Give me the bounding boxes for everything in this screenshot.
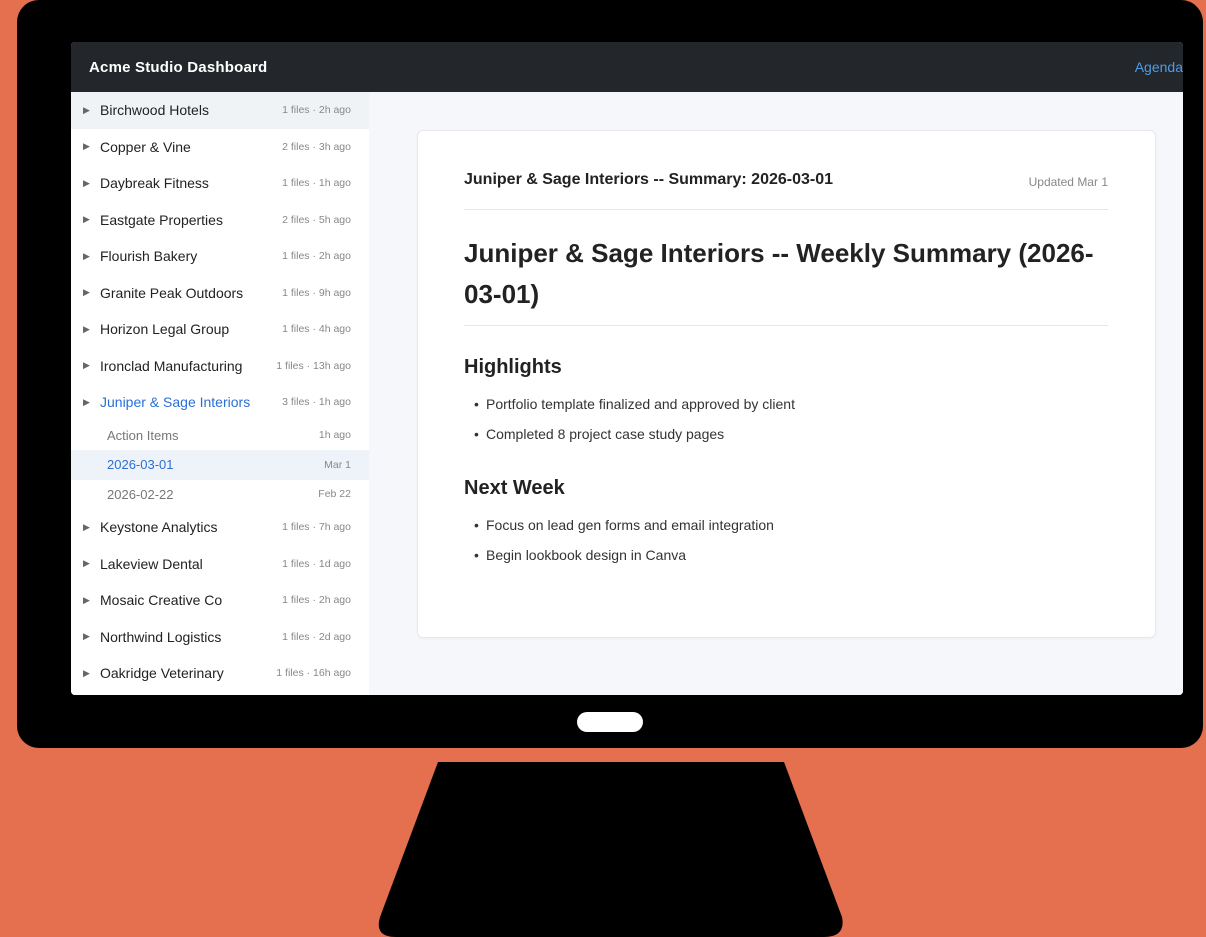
- sidebar-client-item[interactable]: ▶ Birchwood Hotels 1 files · 2h ago: [71, 92, 369, 129]
- file-name: 2026-02-22: [107, 486, 174, 502]
- list-item: • Begin lookbook design in Canva: [474, 547, 687, 563]
- sidebar-client-item[interactable]: ▶ Mosaic Creative Co 1 files · 2h ago: [71, 582, 369, 619]
- sidebar-file-item[interactable]: 2026-02-22 Feb 22: [71, 480, 369, 510]
- caret-right-icon: ▶: [83, 287, 90, 298]
- sidebar-client-item[interactable]: ▶ Keystone Analytics 1 files · 7h ago: [71, 509, 369, 546]
- client-meta: 3 files · 1h ago: [282, 396, 351, 409]
- list-item: • Portfolio template finalized and approv…: [474, 396, 795, 412]
- client-name: Lakeview Dental: [100, 555, 203, 572]
- client-meta: 1 files · 9h ago: [282, 286, 351, 299]
- caret-right-icon: ▶: [83, 250, 90, 261]
- client-meta: 2 files · 5h ago: [282, 213, 351, 226]
- caret-right-icon: ▶: [83, 141, 90, 152]
- client-name: Birchwood Hotels: [100, 102, 209, 119]
- client-name: Flourish Bakery: [100, 248, 198, 265]
- document-body: Juniper & Sage Interiors -- Weekly Summa…: [464, 233, 1108, 570]
- sidebar-client-item[interactable]: ▶ Northwind Logistics 1 files · 2d ago: [71, 619, 369, 656]
- caret-right-icon: ▶: [83, 396, 90, 407]
- card-title: Juniper & Sage Interiors -- Summary: 202…: [464, 171, 834, 188]
- list-item: • Completed 8 project case study pages: [474, 426, 725, 442]
- sidebar-client-item[interactable]: ▶ Daybreak Fitness 1 files · 1h ago: [71, 165, 369, 202]
- caret-right-icon: ▶: [83, 521, 90, 532]
- client-meta: 1 files · 1h ago: [282, 177, 351, 190]
- client-list: ▶ Birchwood Hotels 1 files · 2h ago ▶ Copper…: [71, 92, 369, 692]
- client-meta: 1 files · 4h ago: [282, 323, 351, 336]
- client-meta: 1 files · 13h ago: [276, 359, 351, 372]
- updated-label: Updated Mar 1: [1028, 175, 1108, 189]
- monitor-stand: [378, 762, 843, 937]
- client-meta: 1 files · 2h ago: [282, 594, 351, 607]
- next-week-list: • Focus on lead gen forms and email integ…: [464, 510, 1108, 570]
- sidebar-client-item[interactable]: ▶ Ironclad Manufacturing 1 files · 13h ago: [71, 348, 369, 385]
- caret-right-icon: ▶: [83, 104, 90, 115]
- sidebar-file-item[interactable]: Action Items 1h ago: [71, 421, 369, 451]
- client-meta: 1 files · 2h ago: [282, 250, 351, 263]
- card-header: Juniper & Sage Interiors -- Summary: 202…: [464, 157, 1108, 210]
- list-item: • Focus on lead gen forms and email integ…: [474, 517, 774, 533]
- sidebar-file-item[interactable]: 2026-03-01 Mar 1: [71, 450, 369, 480]
- file-meta: 1h ago: [318, 429, 351, 442]
- caret-right-icon: ▶: [83, 360, 90, 371]
- section-heading-highlights: Highlights: [464, 356, 562, 378]
- sidebar: ▶ Birchwood Hotels 1 files · 2h ago ▶ Copper…: [71, 92, 370, 695]
- sidebar-client-item[interactable]: ▶ Granite Peak Outdoors 1 files · 9h ago: [71, 275, 369, 312]
- client-name: Oakridge Veterinary: [100, 665, 224, 682]
- caret-right-icon: ▶: [83, 594, 90, 605]
- sidebar-client-item[interactable]: ▶ Lakeview Dental 1 files · 1d ago: [71, 546, 369, 583]
- caret-right-icon: ▶: [83, 323, 90, 334]
- client-meta: 1 files · 16h ago: [276, 667, 351, 680]
- client-meta: 2 files · 3h ago: [282, 140, 351, 153]
- monitor-power-indicator: [577, 712, 643, 732]
- client-name: Ironclad Manufacturing: [100, 357, 243, 374]
- sidebar-client-item[interactable]: ▶ Copper & Vine 2 files · 3h ago: [71, 129, 369, 166]
- file-meta: Mar 1: [324, 458, 351, 471]
- client-name: Granite Peak Outdoors: [100, 284, 244, 301]
- file-name: Action Items: [107, 427, 179, 443]
- client-meta: 1 files · 2d ago: [282, 630, 351, 643]
- client-meta: 1 files · 2h ago: [282, 104, 351, 117]
- sidebar-client-item[interactable]: ▶ Flourish Bakery 1 files · 2h ago: [71, 238, 369, 275]
- section-heading-next-week: Next Week: [464, 477, 565, 499]
- main-content: Juniper & Sage Interiors -- Summary: 202…: [369, 92, 1183, 695]
- client-name: Eastgate Properties: [100, 211, 223, 228]
- client-name: Horizon Legal Group: [100, 321, 230, 338]
- client-name: Mosaic Creative Co: [100, 592, 223, 609]
- caret-right-icon: ▶: [83, 631, 90, 642]
- caret-right-icon: ▶: [83, 667, 90, 678]
- client-meta: 1 files · 1d ago: [282, 557, 351, 570]
- document-heading: Juniper & Sage Interiors -- Weekly Summa…: [464, 233, 1108, 326]
- file-name: 2026-03-01: [107, 457, 174, 473]
- client-meta: 1 files · 7h ago: [282, 521, 351, 534]
- sidebar-client-item[interactable]: ▶ Juniper & Sage Interiors 3 files · 1h ag…: [71, 384, 369, 421]
- summary-card: Juniper & Sage Interiors -- Summary: 202…: [417, 130, 1156, 638]
- sidebar-client-item[interactable]: ▶ Oakridge Veterinary 1 files · 16h ago: [71, 655, 369, 692]
- file-meta: Feb 22: [318, 488, 351, 501]
- sidebar-client-item[interactable]: ▶ Horizon Legal Group 1 files · 4h ago: [71, 311, 369, 348]
- caret-right-icon: ▶: [83, 177, 90, 188]
- app-title: Acme Studio Dashboard: [89, 58, 268, 76]
- client-name: Keystone Analytics: [100, 519, 218, 536]
- client-name: Copper & Vine: [100, 138, 191, 155]
- caret-right-icon: ▶: [83, 214, 90, 225]
- sidebar-client-item[interactable]: ▶ Eastgate Properties 2 files · 5h ago: [71, 202, 369, 239]
- caret-right-icon: ▶: [83, 558, 90, 569]
- highlights-list: • Portfolio template finalized and approv…: [464, 389, 1108, 449]
- client-name: Juniper & Sage Interiors: [100, 394, 251, 411]
- screen: Acme Studio Dashboard Agenda ▶ Birchwood …: [71, 42, 1183, 695]
- top-bar: Acme Studio Dashboard Agenda: [71, 42, 1183, 92]
- client-name: Daybreak Fitness: [100, 175, 209, 192]
- agenda-link[interactable]: Agenda: [1135, 59, 1183, 75]
- client-name: Northwind Logistics: [100, 628, 222, 645]
